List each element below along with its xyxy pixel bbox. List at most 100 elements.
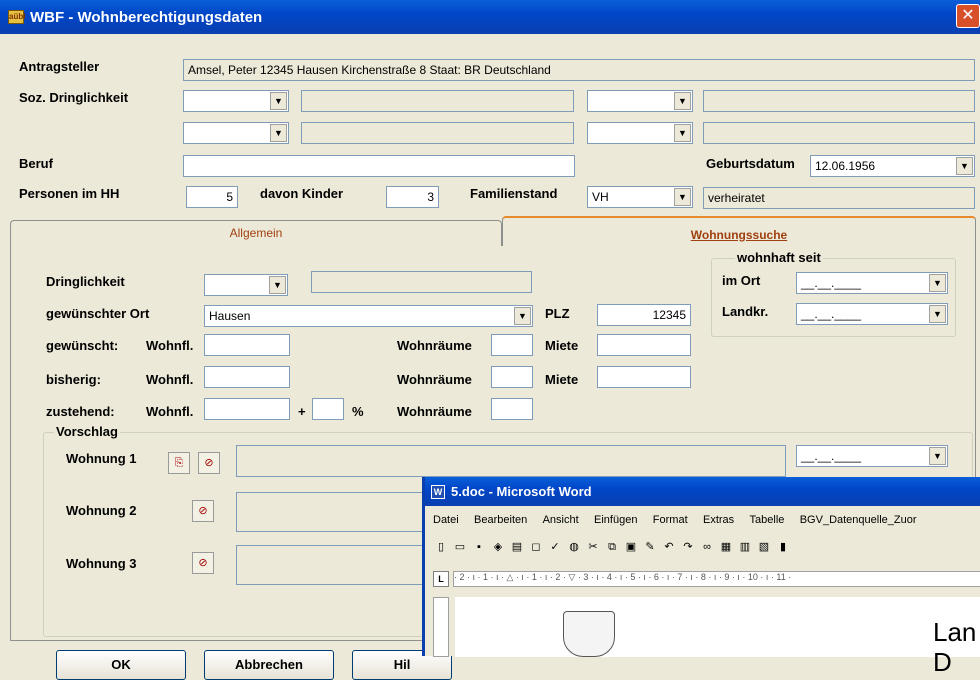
tables-icon[interactable]: ▦ [718,539,734,555]
cut-icon[interactable]: ✂ [585,539,601,555]
insert-table-icon[interactable]: ▥ [737,539,753,555]
wohnung2-label: Wohnung 2 [66,503,137,518]
preview-icon[interactable]: ◻ [528,539,544,555]
vertical-ruler [433,597,449,657]
spelling-icon[interactable]: ✓ [547,539,563,555]
chevron-down-icon[interactable]: ▼ [269,276,286,294]
chevron-down-icon[interactable]: ▼ [929,305,946,323]
paste-icon[interactable]: ▣ [623,539,639,555]
remove-document-icon[interactable]: ⊘ [192,552,214,574]
familienstand-code: VH [592,190,609,204]
excel-icon[interactable]: ▧ [756,539,772,555]
undo-icon[interactable]: ↶ [661,539,677,555]
soz-dringlichkeit-select-1[interactable]: ▼ [183,90,289,112]
doc-heading: Lan [933,617,976,648]
im-ort-date-value: __.__.____ [801,276,862,290]
dringlichkeit-select[interactable]: ▼ [204,274,288,296]
copy-icon[interactable]: ⧉ [604,539,620,555]
familienstand-select[interactable]: VH ▼ [587,186,693,208]
bisherig-wohnfl-input[interactable] [204,366,290,388]
remove-document-icon[interactable]: ⊘ [198,452,220,474]
word-menu-datei[interactable]: Datei [433,514,459,526]
word-toolbar: ▯ ▭ ▪ ◈ ▤ ◻ ✓ ◍ ✂ ⧉ ▣ ✎ ↶ ↷ ∞ ▦ ▥ ▧ ▮ [433,539,980,559]
im-ort-date-select[interactable]: __.__.____ ▼ [796,272,948,294]
new-icon[interactable]: ▯ [433,539,449,555]
personen-label: Personen im HH [19,186,120,201]
chevron-down-icon[interactable]: ▼ [929,447,946,465]
print-icon[interactable]: ▤ [509,539,525,555]
kinder-input[interactable]: 3 [386,186,439,208]
format-painter-icon[interactable]: ✎ [642,539,658,555]
beruf-input[interactable] [183,155,575,177]
chevron-down-icon[interactable]: ▼ [270,124,287,142]
bisherig-miete-input[interactable] [597,366,691,388]
geburtsdatum-select[interactable]: 12.06.1956 ▼ [810,155,975,177]
chevron-down-icon[interactable]: ▼ [929,274,946,292]
tab-wohnungssuche[interactable]: Wohnungssuche [502,216,976,246]
word-menu-bearbeiten[interactable]: Bearbeiten [474,514,527,526]
remove-document-icon[interactable]: ⊘ [192,500,214,522]
tab-stop-selector[interactable]: L [433,571,449,587]
chevron-down-icon[interactable]: ▼ [674,92,691,110]
doc-text-2: D [933,647,952,677]
tab-allgemein[interactable]: Allgemein [10,220,502,246]
assign-document-icon[interactable]: ⎘ [168,452,190,474]
zustehend-wohnraeume-input[interactable] [491,398,533,420]
title-bar: aübl WBF - Wohnberechtigungsdaten [0,0,980,34]
plz-input[interactable]: 12345 [597,304,691,326]
bisherig-label: bisherig: [46,372,101,387]
zustehend-label: zustehend: [46,404,115,419]
hyperlink-icon[interactable]: ∞ [699,539,715,555]
chevron-down-icon[interactable]: ▼ [674,124,691,142]
permission-icon[interactable]: ◈ [490,539,506,555]
landkr-date-select[interactable]: __.__.____ ▼ [796,303,948,325]
vorschlag-legend: Vorschlag [54,424,120,439]
wohnung3-label: Wohnung 3 [66,556,137,571]
window-title: WBF - Wohnberechtigungsdaten [30,8,263,26]
zustehend-wohnraeume-label: Wohnräume [397,404,472,419]
word-menu-ansicht[interactable]: Ansicht [543,514,579,526]
abbrechen-button[interactable]: Abbrechen [204,650,334,680]
soz-dringlichkeit-select-2[interactable]: ▼ [587,90,693,112]
zustehend-wohnfl-input[interactable] [204,398,290,420]
word-menu-tabelle[interactable]: Tabelle [750,514,785,526]
gewuenscht-label: gewünscht: [46,338,119,353]
word-menu-format[interactable]: Format [653,514,688,526]
gewuenscht-wohnraeume-input[interactable] [491,334,533,356]
word-menu-einfuegen[interactable]: Einfügen [594,514,637,526]
plus-label: + [298,404,306,419]
open-icon[interactable]: ▭ [452,539,468,555]
columns-icon[interactable]: ▮ [775,539,791,555]
chevron-down-icon[interactable]: ▼ [514,307,531,325]
personen-input[interactable]: 5 [186,186,238,208]
bisherig-wohnraeume-label: Wohnräume [397,372,472,387]
save-icon[interactable]: ▪ [471,539,487,555]
soz-dringlichkeit-text-4 [703,122,975,144]
soz-dringlichkeit-text-2 [703,90,975,112]
word-ruler: · 2 · ı · 1 · ı · △ · ı · 1 · ı · 2 · ▽ … [453,571,980,587]
gewuenscht-wohnraeume-label: Wohnräume [397,338,472,353]
gewuenscht-wohnfl-input[interactable] [204,334,290,356]
gewuenscht-miete-input[interactable] [597,334,691,356]
bisherig-wohnfl-label: Wohnfl. [146,372,194,387]
landkr-label: Landkr. [722,304,769,319]
word-menu-bgv[interactable]: BGV_Datenquelle_Zuor [800,514,917,526]
wohnung1-label: Wohnung 1 [66,451,137,466]
gew-ort-select[interactable]: Hausen ▼ [204,305,533,327]
soz-dringlichkeit-select-3[interactable]: ▼ [183,122,289,144]
redo-icon[interactable]: ↷ [680,539,696,555]
word-title-bar: W 5.doc - Microsoft Word [425,477,980,506]
wohnung1-date-select[interactable]: __.__.____ ▼ [796,445,948,467]
zustehend-prozent-input[interactable] [312,398,344,420]
ok-button[interactable]: OK [56,650,186,680]
word-menu-extras[interactable]: Extras [703,514,734,526]
chevron-down-icon[interactable]: ▼ [674,188,691,206]
close-button[interactable]: ✕ [956,4,980,28]
bisherig-wohnraeume-input[interactable] [491,366,533,388]
familienstand-text: verheiratet [703,187,975,209]
soz-dringlichkeit-select-4[interactable]: ▼ [587,122,693,144]
research-icon[interactable]: ◍ [566,539,582,555]
wohnhaft-seit-legend: wohnhaft seit [735,250,823,265]
chevron-down-icon[interactable]: ▼ [270,92,287,110]
chevron-down-icon[interactable]: ▼ [956,157,973,175]
